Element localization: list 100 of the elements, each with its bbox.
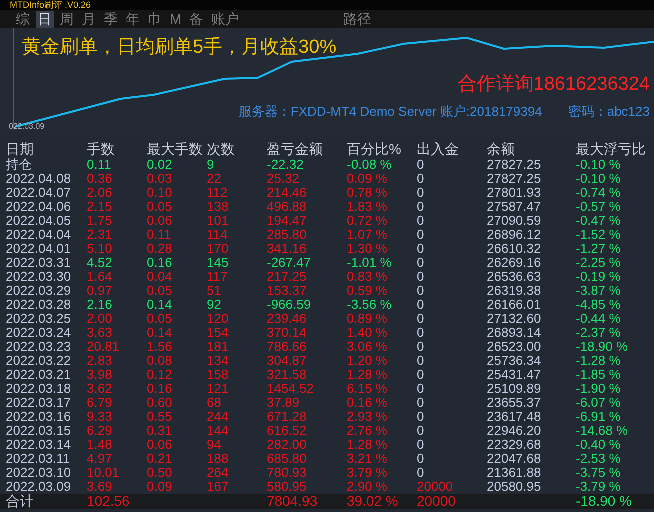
pnl-cell-text: 1454.52: [267, 382, 315, 396]
pct-cell-text: 2.76 %: [347, 424, 388, 438]
pct-cell-text: -0.08 %: [347, 158, 393, 172]
tab[interactable]: 周: [58, 10, 76, 28]
max-lots-cell-text: 0.50: [147, 466, 174, 480]
max-lots-cell-text: 0.60: [147, 396, 174, 410]
count-cell-text: 154: [207, 326, 230, 340]
balance-cell-text: 26523.00: [487, 340, 542, 354]
lots-cell-text: 2.15: [87, 200, 114, 214]
deposit-cell-text: 0: [417, 312, 426, 326]
window-title: MTDInfo刷评 ,V0.26: [10, 0, 92, 10]
deposit-cell-text: 0: [417, 326, 426, 340]
deposit-cell-text: 0: [417, 354, 426, 368]
total-date-cell-text: 合计: [6, 494, 35, 509]
date-cell-text: 2022.03.18: [6, 382, 72, 396]
pct-cell-text: 6.15 %: [347, 382, 388, 396]
max-dd-cell-text: -0.74 %: [576, 186, 622, 200]
count-cell-text: 181: [207, 340, 230, 354]
pnl-cell-text: 685.80: [267, 452, 308, 466]
max-lots-cell-text: 0.03: [147, 172, 174, 186]
lots-cell-text: 5.10: [87, 242, 114, 256]
total-deposit-cell-text: 20000: [417, 494, 457, 509]
count-cell-text: 120: [207, 312, 230, 326]
max-lots-cell-text: 0.09: [147, 480, 174, 494]
pnl-cell-text: -267.47: [267, 256, 312, 270]
pnl-cell-text: 780.93: [267, 466, 308, 480]
pnl-cell-text: 285.80: [267, 228, 308, 242]
max-dd-cell-text: -0.57 %: [576, 200, 622, 214]
deposit-cell-text: 0: [417, 186, 426, 200]
pnl-cell-text: 304.87: [267, 354, 308, 368]
pnl-cell-text: -22.32: [267, 158, 305, 172]
deposit-cell-text: 0: [417, 438, 426, 452]
headline-text: 黄金刷单，日均刷单5手，月收益30%: [22, 36, 337, 60]
deposit-cell-text: 0: [417, 200, 426, 214]
max-lots-cell-text: 0.11: [147, 228, 172, 242]
max-lots-cell-text: 0.21: [147, 452, 174, 466]
max-dd-cell-text: -2.53 %: [576, 452, 622, 466]
balance-cell-text: 25736.34: [487, 354, 542, 368]
deposit-cell-text: 0: [417, 424, 426, 438]
count-cell-text: 121: [207, 382, 230, 396]
balance-cell-text: 27090.59: [487, 214, 542, 228]
pct-cell-text: 1.30 %: [347, 242, 388, 256]
count-cell-text: 188: [207, 452, 230, 466]
balance-cell-text: 26319.38: [487, 284, 542, 298]
tab[interactable]: M: [168, 10, 184, 28]
lots-cell-text: 20.81: [87, 340, 121, 354]
tab[interactable]: 综: [14, 10, 32, 28]
deposit-cell-text: 0: [417, 242, 426, 256]
count-cell-text: 117: [207, 270, 229, 284]
date-cell-text: 2022.03.09: [6, 480, 72, 494]
tab[interactable]: 季: [102, 10, 120, 28]
pct-cell-text: 1.28 %: [347, 438, 388, 452]
date-cell-text: 2022.03.14: [6, 438, 72, 452]
tab[interactable]: 年: [124, 10, 142, 28]
deposit-cell-text: 0: [417, 158, 426, 172]
lots-cell-text: 2.16: [87, 298, 114, 312]
balance-cell-text: 23617.48: [487, 410, 542, 424]
tab[interactable]: 账户: [210, 10, 242, 28]
max-lots-cell-text: 0.05: [147, 284, 174, 298]
lots-cell-text: 3.63: [87, 326, 114, 340]
count-cell-text: 144: [207, 424, 230, 438]
count-cell-text: 138: [207, 200, 230, 214]
lots-cell-text: 6.79: [87, 396, 114, 410]
pct-cell-text: 0.16 %: [347, 396, 388, 410]
balance-cell-text: 27587.47: [487, 200, 542, 214]
date-cell-text: 2022.03.24: [6, 326, 72, 340]
total-pnl-cell-text: 7804.93: [267, 494, 319, 509]
balance-cell-text: 27827.25: [487, 172, 542, 186]
deposit-cell-text: 0: [417, 466, 426, 480]
tab[interactable]: 路径: [342, 10, 374, 28]
tab[interactable]: 巾: [146, 10, 164, 28]
date-cell-text: 2022.03.10: [6, 466, 72, 480]
tab[interactable]: 月: [80, 10, 98, 28]
tab[interactable]: 备: [188, 10, 206, 28]
count-cell-text: 68: [207, 396, 222, 410]
pnl-cell-text: 217.25: [267, 270, 308, 284]
max-lots-cell-text: 0.05: [147, 312, 174, 326]
pct-cell-text: -3.56 %: [347, 298, 393, 312]
date-cell-text: 2022.04.07: [6, 186, 72, 200]
max-dd-cell-text: -1.28 %: [576, 354, 622, 368]
deposit-cell-text: 0: [417, 270, 426, 284]
max-dd-cell-text: -1.90 %: [576, 382, 622, 396]
balance-cell-text: 22329.68: [487, 438, 542, 452]
max-lots-cell-text: 0.04: [147, 270, 174, 284]
deposit-cell-text: 0: [417, 284, 426, 298]
pct-cell-text: 0.83 %: [347, 270, 388, 284]
date-cell-text: 2022.04.06: [6, 200, 72, 214]
pct-cell-text: 3.21 %: [347, 452, 388, 466]
lots-cell-text: 0.11: [87, 158, 112, 172]
deposit-cell-text: 0: [417, 256, 426, 270]
pct-cell-text: 1.83 %: [347, 200, 388, 214]
max-dd-cell-text: -1.52 %: [576, 228, 622, 242]
count-cell-text: 92: [207, 298, 222, 312]
date-cell-text: 2022.03.22: [6, 354, 72, 368]
tab[interactable]: 日: [36, 10, 54, 28]
pct-cell-text: 1.40 %: [347, 326, 388, 340]
pnl-cell-text: 214.46: [267, 186, 308, 200]
max-dd-cell-text: -0.19 %: [576, 270, 622, 284]
column-header: 手数: [87, 141, 116, 158]
deposit-cell-text: 20000: [417, 480, 454, 494]
